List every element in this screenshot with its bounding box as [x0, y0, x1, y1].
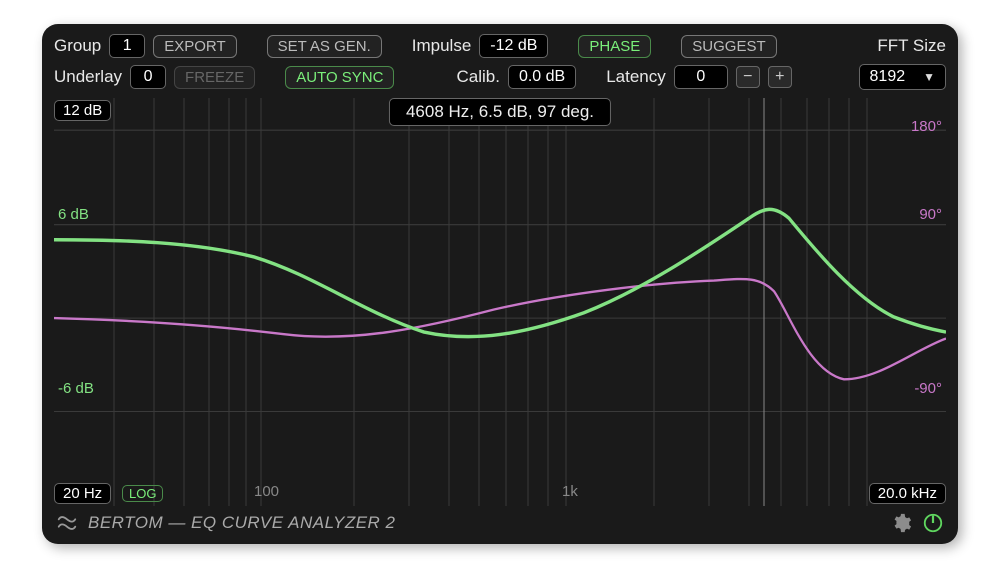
freq-tick-100: 100 — [254, 483, 279, 500]
latency-plus-button[interactable]: + — [768, 66, 792, 88]
settings-button[interactable] — [890, 512, 912, 534]
fft-size-label: FFT Size — [877, 36, 946, 56]
eq-curve-chart — [54, 98, 946, 506]
phase-button[interactable]: PHASE — [578, 35, 651, 58]
brand-title: BERTOM — EQ CURVE ANALYZER 2 — [88, 513, 396, 533]
latency-label: Latency — [606, 67, 666, 87]
fft-size-select[interactable]: 8192 ▼ — [859, 64, 946, 90]
underlay-label: Underlay — [54, 67, 122, 87]
freq-tick-1k: 1k — [562, 483, 578, 500]
freq-range-min[interactable]: 20 Hz — [54, 483, 111, 504]
export-button[interactable]: EXPORT — [153, 35, 236, 58]
brand-logo-icon — [56, 512, 78, 534]
calib-label: Calib. — [456, 67, 499, 87]
group-label: Group — [54, 36, 101, 56]
fft-size-value: 8192 — [870, 68, 906, 86]
set-as-gen-button[interactable]: SET AS GEN. — [267, 35, 382, 58]
fft-size-group: FFT Size — [877, 36, 946, 56]
log-scale-button[interactable]: LOG — [122, 485, 163, 502]
auto-sync-button[interactable]: AUTO SYNC — [285, 66, 394, 89]
db-tick-6: 6 dB — [58, 206, 89, 223]
db-tick-minus6: -6 dB — [58, 380, 94, 397]
toolbar-row-1: Group 1 EXPORT SET AS GEN. Impulse -12 d… — [54, 34, 946, 58]
impulse-value[interactable]: -12 dB — [479, 34, 548, 58]
phase-tick-minus90: -90° — [914, 380, 942, 397]
group-value[interactable]: 1 — [109, 34, 145, 58]
freeze-button[interactable]: FREEZE — [174, 66, 255, 89]
power-button[interactable] — [922, 512, 944, 534]
plugin-window: Group 1 EXPORT SET AS GEN. Impulse -12 d… — [42, 24, 958, 544]
toolbar-row-2: Underlay 0 FREEZE AUTO SYNC Calib. 0.0 d… — [54, 64, 946, 90]
latency-minus-button[interactable]: − — [736, 66, 760, 88]
latency-value[interactable]: 0 — [674, 65, 728, 89]
suggest-button[interactable]: SUGGEST — [681, 35, 776, 58]
chevron-down-icon: ▼ — [923, 70, 935, 84]
impulse-label: Impulse — [412, 36, 472, 56]
gear-icon — [890, 512, 912, 534]
cursor-readout: 4608 Hz, 6.5 dB, 97 deg. — [389, 98, 611, 126]
db-range-top[interactable]: 12 dB — [54, 100, 111, 121]
underlay-value[interactable]: 0 — [130, 65, 166, 89]
power-icon — [922, 512, 944, 534]
graph-area[interactable]: 12 dB 4608 Hz, 6.5 dB, 97 deg. 6 dB -6 d… — [54, 98, 946, 506]
footer: BERTOM — EQ CURVE ANALYZER 2 — [42, 506, 958, 544]
phase-curve — [54, 279, 946, 379]
calib-value[interactable]: 0.0 dB — [508, 65, 576, 89]
phase-tick-180: 180° — [911, 118, 942, 135]
phase-tick-90: 90° — [919, 206, 942, 223]
freq-range-max[interactable]: 20.0 kHz — [869, 483, 946, 504]
toolbar: Group 1 EXPORT SET AS GEN. Impulse -12 d… — [42, 24, 958, 96]
